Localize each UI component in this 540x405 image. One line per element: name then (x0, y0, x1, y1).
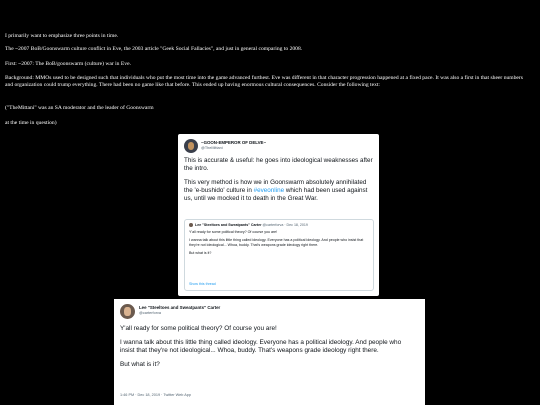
hashtag-link[interactable]: #eveonline (254, 187, 284, 194)
article-paragraph: Background: MMOs used to be designed suc… (5, 75, 523, 89)
quoted-tweet-text: Y'all ready for some political theory? O… (189, 230, 367, 259)
article-paragraph: at the time in question) (5, 120, 57, 126)
tweet-paragraph: This is accurate & useful: he goes into … (184, 157, 373, 173)
tweet-paragraph: This very method is how we in Goonswarm … (184, 179, 374, 204)
tweet-paragraph: I wanna talk about this little thing cal… (120, 339, 402, 354)
avatar (189, 223, 193, 228)
tweet-text: Y'all ready for some political theory? O… (120, 325, 416, 375)
article-paragraph: The ~2007 BoB/Goonswarm culture conflict… (5, 46, 303, 52)
quoted-tweet-header: Lee "Steeltoes and Sweatpants" Carter @c… (189, 223, 369, 228)
quoted-author-name: Lee "Steeltoes and Sweatpants" Carter (195, 223, 262, 227)
tweet-author-handle[interactable]: @TheMittani (201, 146, 223, 151)
tweet-author-name[interactable]: ~GOON-EMPEROR OF DELVE~ (201, 140, 266, 146)
quoted-tweet[interactable]: Lee "Steeltoes and Sweatpants" Carter @c… (184, 219, 374, 291)
quoted-author-handle: @carterforva · Dec 18, 2019 (262, 223, 308, 227)
quoted-paragraph: But what is it? (189, 251, 212, 256)
article-paragraph: First: ~2007: The BoB/goonswarm (culture… (5, 61, 131, 67)
tweet-author-handle[interactable]: @carterforva (139, 311, 161, 316)
show-thread-link[interactable]: Show this thread (189, 282, 216, 287)
quoted-paragraph: Y'all ready for some political theory? O… (189, 230, 278, 234)
tweet-paragraph: But what is it? (120, 361, 160, 368)
tweet-author-name[interactable]: Lee "Steeltoes and Sweatpants" Carter (139, 305, 220, 311)
tweet-text: This is accurate & useful: he goes into … (184, 157, 374, 208)
article-paragraph: I primarily want to emphasize three poin… (5, 33, 119, 39)
article-paragraph: ("TheMittani" was an SA moderator and th… (5, 105, 154, 111)
quoted-paragraph: I wanna talk about this little thing cal… (189, 238, 364, 248)
tweet-paragraph: Y'all ready for some political theory? O… (120, 325, 277, 332)
avatar[interactable] (120, 304, 135, 319)
embedded-tweet-mittani[interactable]: ~GOON-EMPEROR OF DELVE~ @TheMittani This… (178, 134, 379, 296)
avatar[interactable] (184, 139, 198, 153)
embedded-tweet-carter[interactable]: Lee "Steeltoes and Sweatpants" Carter @c… (114, 299, 425, 405)
tweet-timestamp[interactable]: 1:46 PM · Dec 18, 2019 · Twitter Web App (120, 393, 191, 398)
